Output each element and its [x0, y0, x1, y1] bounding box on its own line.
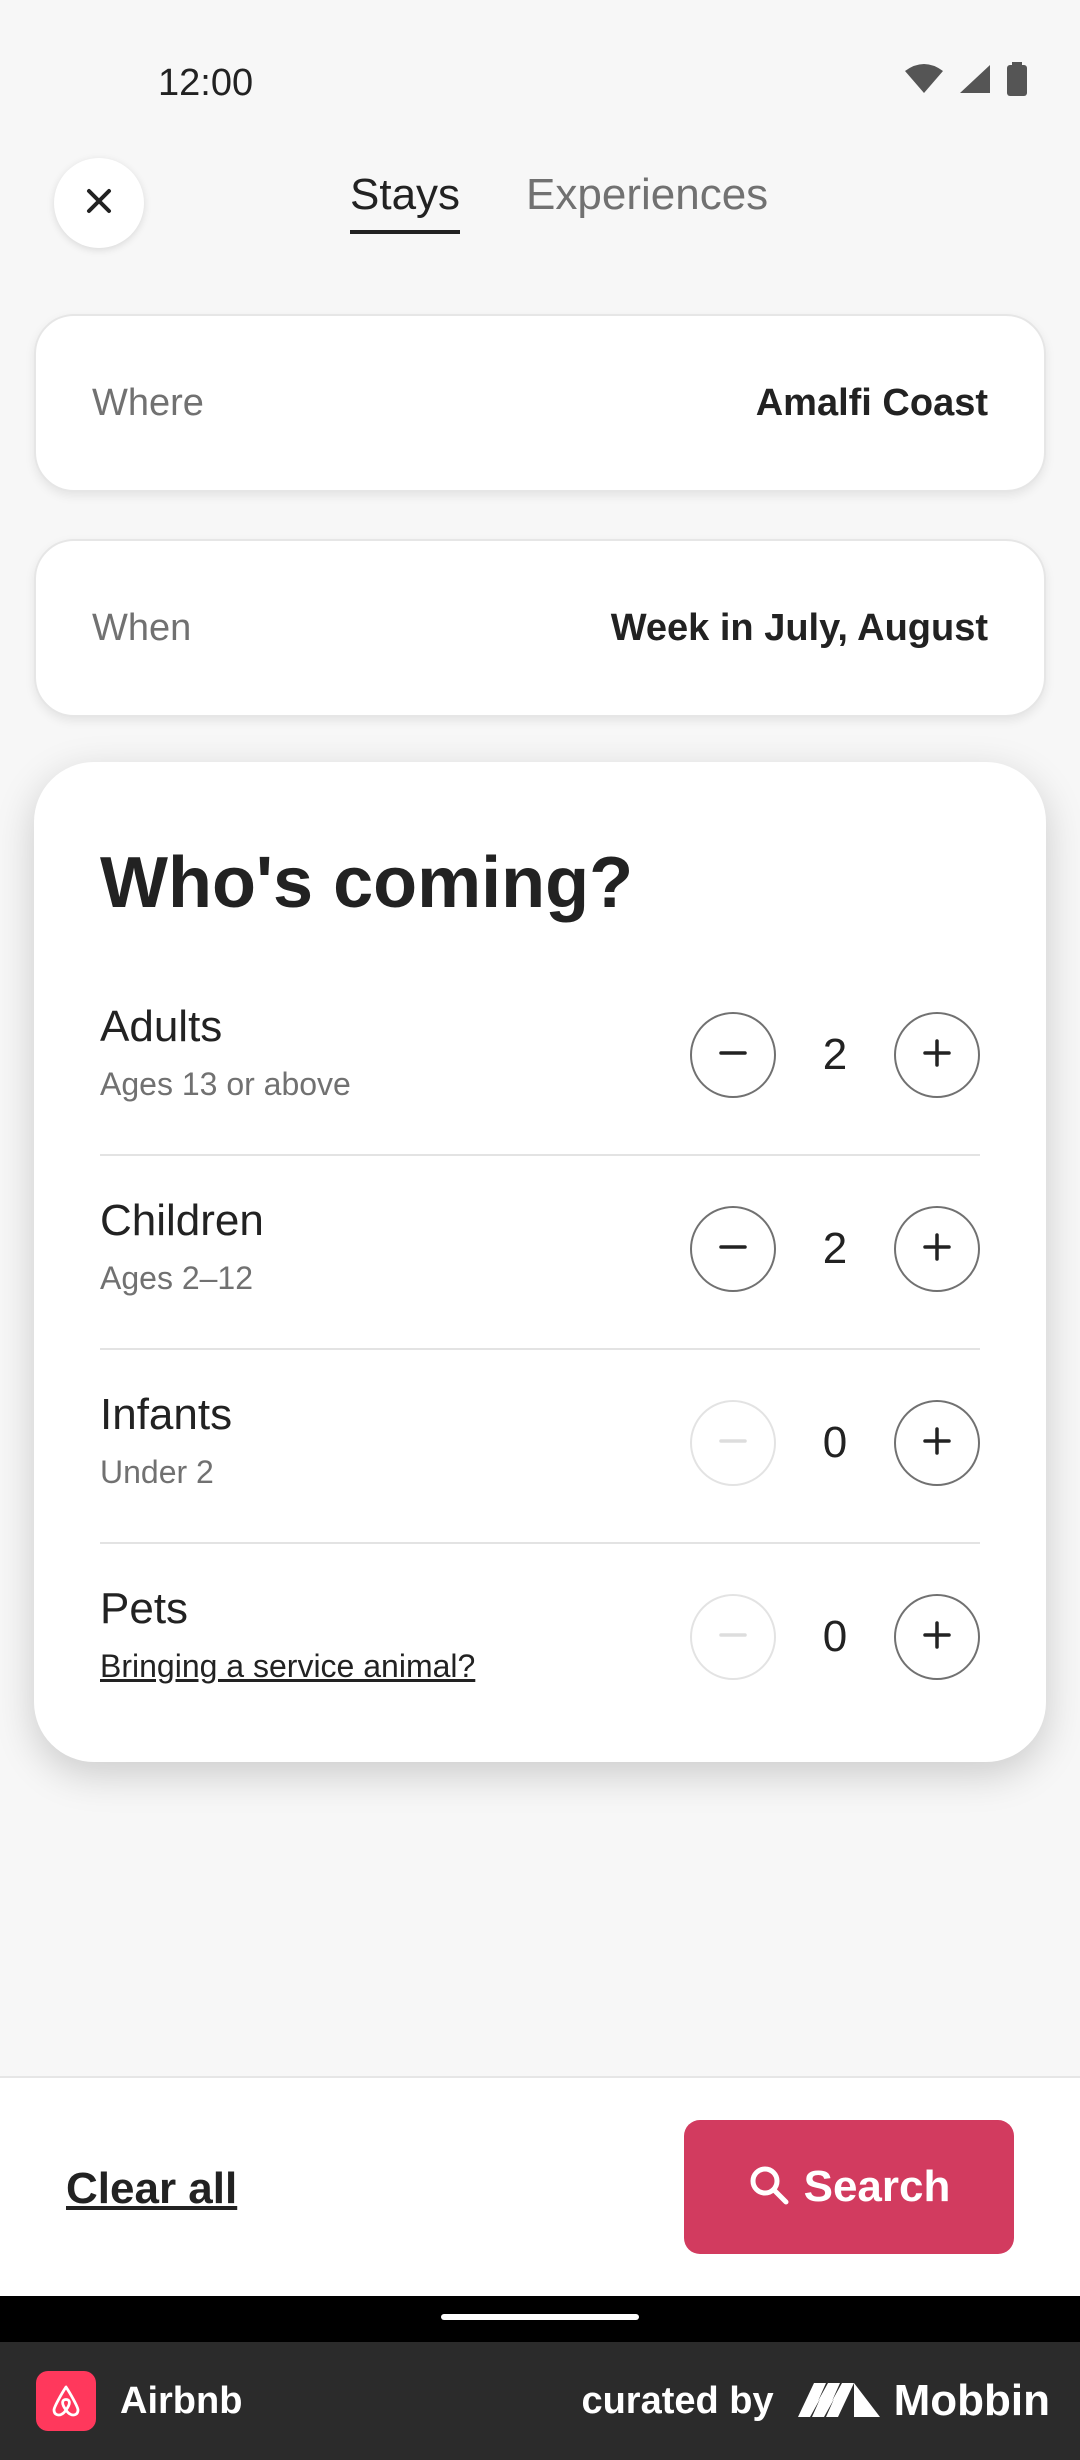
- search-label: Search: [803, 2162, 951, 2211]
- plus-icon: [920, 1618, 954, 1657]
- plus-icon: [920, 1424, 954, 1463]
- guests-title: Who's coming?: [100, 843, 634, 923]
- bottom-bar: Clear all Search: [0, 2076, 1080, 2296]
- adults-stepper: 2: [690, 1012, 980, 1098]
- wifi-icon: [904, 63, 944, 95]
- status-icons: [904, 62, 1028, 96]
- guest-row-pets: Pets Bringing a service animal? 0: [100, 1544, 980, 1738]
- tab-experiences[interactable]: Experiences: [526, 170, 768, 234]
- infants-count: 0: [822, 1418, 848, 1467]
- footer-app: Airbnb: [36, 2371, 242, 2431]
- decrease-children-button[interactable]: [690, 1206, 776, 1292]
- plus-icon: [920, 1036, 954, 1075]
- row-label: Pets: [100, 1584, 189, 1633]
- row-label: Children: [100, 1196, 264, 1245]
- when-value: Week in July, August: [610, 606, 988, 649]
- mobbin-text: Mobbin: [893, 2376, 1050, 2425]
- when-label: When: [92, 606, 192, 649]
- where-field[interactable]: Where Amalfi Coast: [34, 314, 1046, 492]
- minus-icon: [716, 1424, 750, 1463]
- row-label: Adults: [100, 1002, 223, 1051]
- increase-infants-button[interactable]: [894, 1400, 980, 1486]
- battery-icon: [1006, 62, 1028, 96]
- search-button[interactable]: Search: [684, 2120, 1014, 2254]
- status-time: 12:00: [158, 62, 254, 104]
- minus-icon: [716, 1618, 750, 1657]
- increase-pets-button[interactable]: [894, 1594, 980, 1680]
- signal-icon: [958, 63, 992, 95]
- search-icon: [748, 2164, 790, 2211]
- guests-panel: Who's coming? Adults Ages 13 or above 2 …: [34, 762, 1046, 1762]
- where-value: Amalfi Coast: [755, 381, 988, 424]
- footer-app-name: Airbnb: [120, 2379, 243, 2422]
- mobbin-brand: Mobbin: [796, 2376, 1050, 2426]
- decrease-adults-button[interactable]: [690, 1012, 776, 1098]
- when-field[interactable]: When Week in July, August: [34, 539, 1046, 717]
- navigation-bar: [0, 2296, 1080, 2342]
- decrease-infants-button[interactable]: [690, 1400, 776, 1486]
- close-button[interactable]: [54, 158, 144, 248]
- pets-count: 0: [822, 1612, 848, 1661]
- row-label: Infants: [100, 1390, 233, 1439]
- guest-row-infants: Infants Under 2 0: [100, 1350, 980, 1544]
- footer-banner: Airbnb curated by Mobbin: [0, 2342, 1080, 2460]
- guest-row-adults: Adults Ages 13 or above 2: [100, 962, 980, 1156]
- pets-stepper: 0: [690, 1594, 980, 1680]
- minus-icon: [716, 1036, 750, 1075]
- minus-icon: [716, 1230, 750, 1269]
- increase-adults-button[interactable]: [894, 1012, 980, 1098]
- clear-all-button[interactable]: Clear all: [66, 2164, 237, 2214]
- status-bar: 12:00: [0, 0, 1080, 150]
- row-sub: Ages 13 or above: [100, 1066, 351, 1102]
- row-sub: Ages 2–12: [100, 1260, 254, 1296]
- decrease-pets-button[interactable]: [690, 1594, 776, 1680]
- footer-credit: curated by Mobbin: [581, 2376, 1050, 2426]
- tab-stays[interactable]: Stays: [350, 170, 461, 234]
- children-stepper: 2: [690, 1206, 980, 1292]
- service-animal-link[interactable]: Bringing a service animal?: [100, 1648, 475, 1685]
- tabs: Stays Experiences: [350, 170, 768, 234]
- close-icon: [85, 187, 113, 220]
- plus-icon: [920, 1230, 954, 1269]
- guest-row-children: Children Ages 2–12 2: [100, 1156, 980, 1350]
- adults-count: 2: [822, 1030, 848, 1079]
- mobbin-logo-icon: [796, 2379, 882, 2424]
- curated-by-text: curated by: [581, 2379, 774, 2422]
- increase-children-button[interactable]: [894, 1206, 980, 1292]
- infants-stepper: 0: [690, 1400, 980, 1486]
- where-label: Where: [92, 381, 204, 424]
- home-handle[interactable]: [441, 2314, 639, 2320]
- children-count: 2: [822, 1224, 848, 1273]
- row-sub: Under 2: [100, 1454, 214, 1490]
- airbnb-logo-icon: [36, 2371, 96, 2431]
